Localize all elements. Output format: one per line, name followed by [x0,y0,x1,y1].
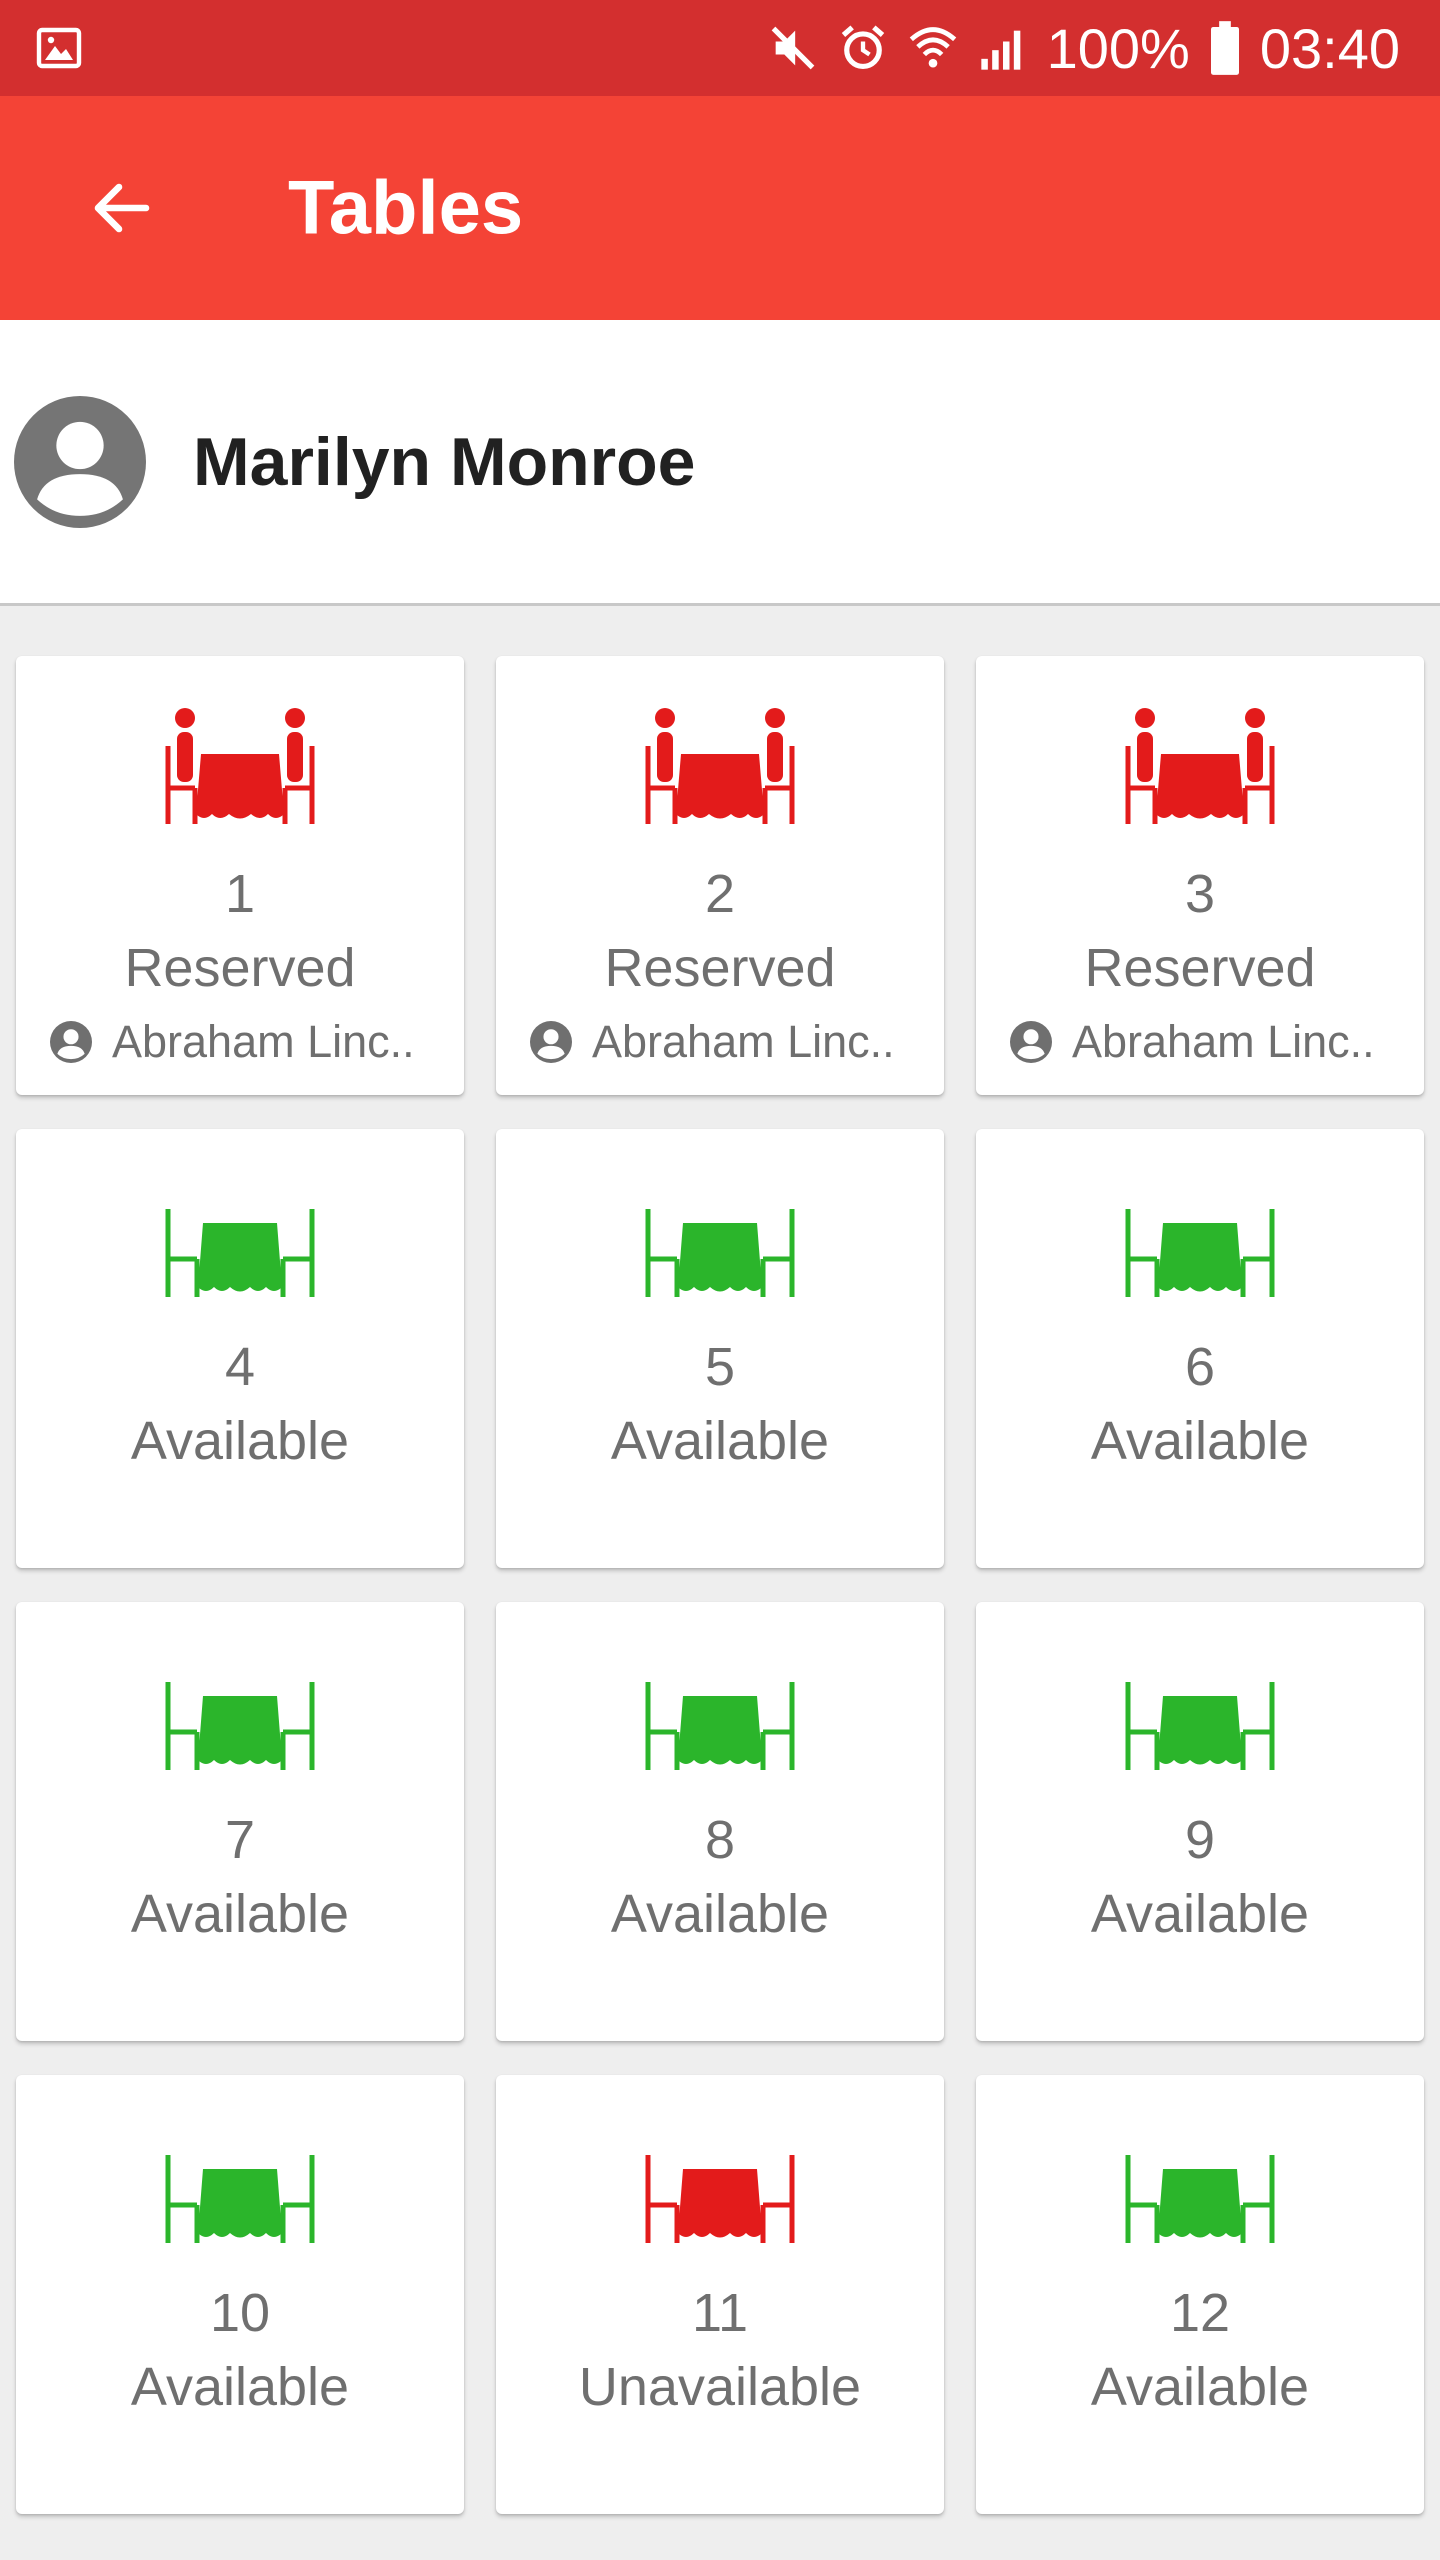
table-card-1[interactable]: 1 Reserved Abraham Linc.. [16,656,464,1095]
table-number: 9 [1184,1810,1216,1870]
table-number: 10 [209,2283,271,2343]
reserved-guest: Abraham Linc.. [530,1012,928,1072]
table-card-3[interactable]: 3 Reserved Abraham Linc.. [976,656,1424,1095]
account-circle-icon [14,396,146,528]
table-icon [165,1682,315,1770]
account-circle-icon [530,1021,572,1063]
table-card-9[interactable]: 9 Available [976,1602,1424,2041]
table-status: Reserved [1084,938,1316,998]
account-circle-icon [50,1021,92,1063]
table-status: Available [130,1411,350,1471]
table-status: Available [1090,1884,1310,1944]
reserved-guest: Abraham Linc.. [1010,1012,1408,1072]
clock: 03:40 [1259,16,1400,80]
back-button[interactable] [62,148,182,268]
battery-percent: 100% [1046,16,1190,80]
table-icon [1125,2155,1275,2243]
arrow-back-icon [94,183,150,233]
battery-icon [1210,21,1239,75]
table-icon [645,2155,795,2243]
table-number: 3 [1184,864,1216,924]
table-icon [645,1682,795,1770]
table-number: 2 [704,864,736,924]
table-icon [165,1209,315,1297]
table-number: 8 [704,1810,736,1870]
alarm-icon [841,25,884,70]
table-status: Available [610,1411,830,1471]
signal-icon [980,30,1020,70]
table-status: Available [610,1884,830,1944]
image-icon [36,27,82,69]
app-bar: Tables [0,96,1440,320]
table-with-people-icon [1125,708,1275,824]
page-title: Tables [288,165,524,251]
table-status: Unavailable [578,2357,862,2417]
table-card-2[interactable]: 2 Reserved Abraham Linc.. [496,656,944,1095]
table-number: 12 [1169,2283,1231,2343]
user-header: Marilyn Monroe [0,320,1440,606]
table-icon [645,1209,795,1297]
table-number: 11 [691,2283,749,2343]
table-card-7[interactable]: 7 Available [16,1602,464,2041]
mute-icon [771,26,814,70]
table-status: Reserved [604,938,836,998]
table-number: 5 [704,1337,736,1397]
table-status: Available [1090,2357,1310,2417]
table-number: 1 [224,864,256,924]
tables-grid: 1 Reserved Abraham Linc.. 2 Reserved Abrah… [16,656,1424,2514]
table-number: 7 [224,1810,256,1870]
wifi-icon [909,27,956,68]
table-icon [1125,1209,1275,1297]
table-card-5[interactable]: 5 Available [496,1129,944,1568]
table-status: Available [130,2357,350,2417]
table-status: Available [130,1884,350,1944]
reserved-guest: Abraham Linc.. [50,1012,448,1072]
table-card-12[interactable]: 12 Available [976,2075,1424,2514]
table-card-8[interactable]: 8 Available [496,1602,944,2041]
table-status: Available [1090,1411,1310,1471]
guest-name: Abraham Linc.. [112,1016,415,1067]
table-card-4[interactable]: 4 Available [16,1129,464,1568]
table-card-6[interactable]: 6 Available [976,1129,1424,1568]
table-card-10[interactable]: 10 Available [16,2075,464,2514]
table-with-people-icon [165,708,315,824]
table-icon [165,2155,315,2243]
guest-name: Abraham Linc.. [592,1016,895,1067]
status-bar: 100% 03:40 [0,0,1440,96]
table-card-11[interactable]: 11 Unavailable [496,2075,944,2514]
table-number: 4 [224,1337,256,1397]
table-status: Reserved [124,938,356,998]
table-with-people-icon [645,708,795,824]
account-circle-icon [1010,1021,1052,1063]
user-name: Marilyn Monroe [193,424,696,500]
table-number: 6 [1184,1337,1216,1397]
table-icon [1125,1682,1275,1770]
guest-name: Abraham Linc.. [1072,1016,1375,1067]
